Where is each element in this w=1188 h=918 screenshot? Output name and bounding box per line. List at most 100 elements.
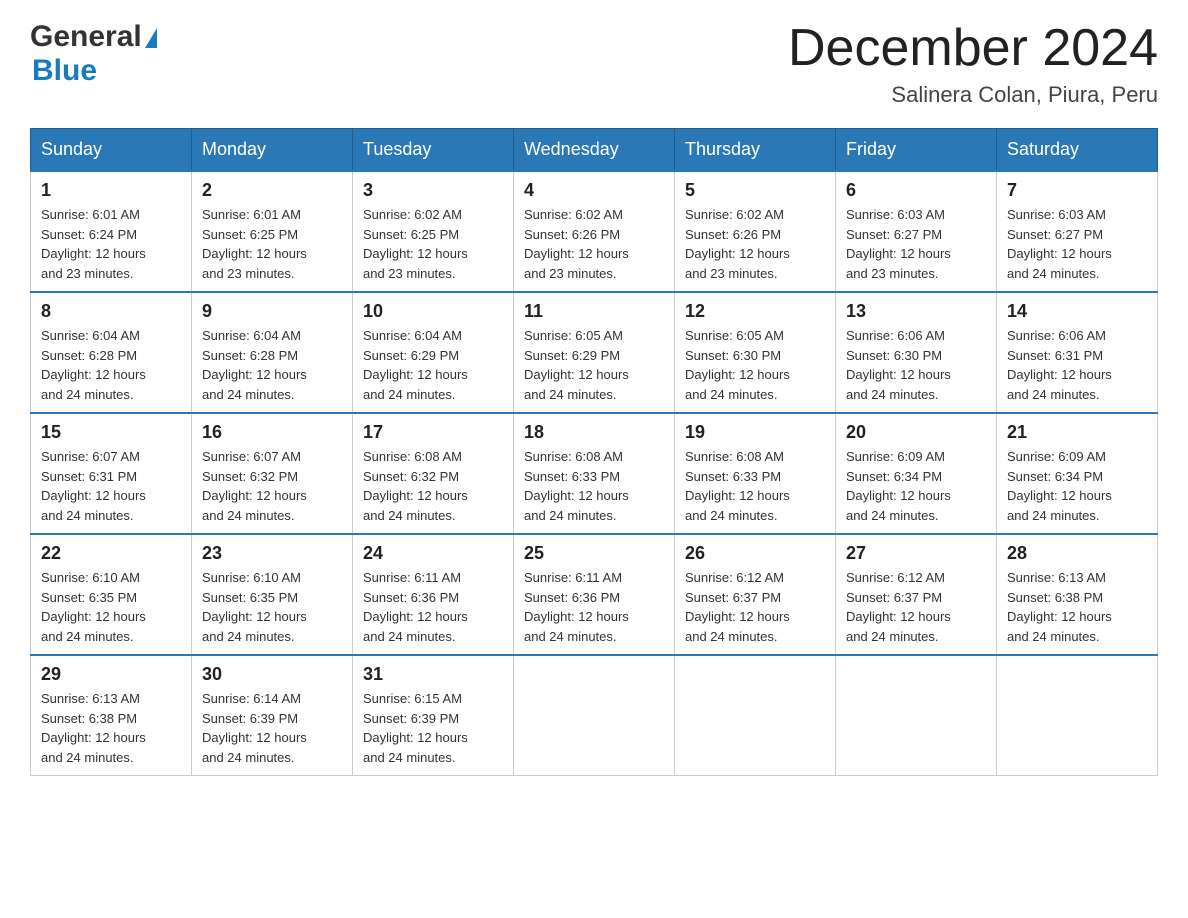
day-of-week-header: Monday (192, 129, 353, 172)
day-number: 28 (1007, 543, 1147, 564)
day-info: Sunrise: 6:02 AM Sunset: 6:25 PM Dayligh… (363, 205, 503, 283)
calendar-day-cell: 6 Sunrise: 6:03 AM Sunset: 6:27 PM Dayli… (836, 171, 997, 292)
day-info: Sunrise: 6:07 AM Sunset: 6:32 PM Dayligh… (202, 447, 342, 525)
calendar-day-cell: 14 Sunrise: 6:06 AM Sunset: 6:31 PM Dayl… (997, 292, 1158, 413)
logo: General Blue (30, 20, 157, 88)
day-number: 20 (846, 422, 986, 443)
day-info: Sunrise: 6:04 AM Sunset: 6:29 PM Dayligh… (363, 326, 503, 404)
day-number: 8 (41, 301, 181, 322)
calendar-week-row: 22 Sunrise: 6:10 AM Sunset: 6:35 PM Dayl… (31, 534, 1158, 655)
day-number: 12 (685, 301, 825, 322)
month-title: December 2024 (788, 20, 1158, 77)
day-number: 19 (685, 422, 825, 443)
day-number: 10 (363, 301, 503, 322)
day-info: Sunrise: 6:04 AM Sunset: 6:28 PM Dayligh… (41, 326, 181, 404)
calendar-day-cell: 26 Sunrise: 6:12 AM Sunset: 6:37 PM Dayl… (675, 534, 836, 655)
day-number: 18 (524, 422, 664, 443)
calendar-table: SundayMondayTuesdayWednesdayThursdayFrid… (30, 128, 1158, 776)
day-info: Sunrise: 6:03 AM Sunset: 6:27 PM Dayligh… (1007, 205, 1147, 283)
day-info: Sunrise: 6:08 AM Sunset: 6:33 PM Dayligh… (524, 447, 664, 525)
calendar-day-cell: 25 Sunrise: 6:11 AM Sunset: 6:36 PM Dayl… (514, 534, 675, 655)
day-of-week-header: Sunday (31, 129, 192, 172)
calendar-week-row: 29 Sunrise: 6:13 AM Sunset: 6:38 PM Dayl… (31, 655, 1158, 776)
day-number: 14 (1007, 301, 1147, 322)
day-number: 5 (685, 180, 825, 201)
day-info: Sunrise: 6:10 AM Sunset: 6:35 PM Dayligh… (202, 568, 342, 646)
day-info: Sunrise: 6:11 AM Sunset: 6:36 PM Dayligh… (524, 568, 664, 646)
day-number: 9 (202, 301, 342, 322)
calendar-day-cell: 13 Sunrise: 6:06 AM Sunset: 6:30 PM Dayl… (836, 292, 997, 413)
day-of-week-header: Tuesday (353, 129, 514, 172)
calendar-week-row: 15 Sunrise: 6:07 AM Sunset: 6:31 PM Dayl… (31, 413, 1158, 534)
day-number: 25 (524, 543, 664, 564)
title-section: December 2024 Salinera Colan, Piura, Per… (788, 20, 1158, 108)
day-info: Sunrise: 6:03 AM Sunset: 6:27 PM Dayligh… (846, 205, 986, 283)
calendar-day-cell: 30 Sunrise: 6:14 AM Sunset: 6:39 PM Dayl… (192, 655, 353, 776)
day-number: 27 (846, 543, 986, 564)
day-info: Sunrise: 6:12 AM Sunset: 6:37 PM Dayligh… (685, 568, 825, 646)
day-number: 4 (524, 180, 664, 201)
calendar-day-cell: 31 Sunrise: 6:15 AM Sunset: 6:39 PM Dayl… (353, 655, 514, 776)
logo-blue-text: Blue (32, 54, 97, 88)
day-number: 21 (1007, 422, 1147, 443)
calendar-day-cell (997, 655, 1158, 776)
calendar-day-cell: 21 Sunrise: 6:09 AM Sunset: 6:34 PM Dayl… (997, 413, 1158, 534)
day-info: Sunrise: 6:04 AM Sunset: 6:28 PM Dayligh… (202, 326, 342, 404)
calendar-day-cell: 28 Sunrise: 6:13 AM Sunset: 6:38 PM Dayl… (997, 534, 1158, 655)
calendar-day-cell (514, 655, 675, 776)
day-of-week-header: Thursday (675, 129, 836, 172)
calendar-day-cell: 11 Sunrise: 6:05 AM Sunset: 6:29 PM Dayl… (514, 292, 675, 413)
day-number: 1 (41, 180, 181, 201)
day-info: Sunrise: 6:01 AM Sunset: 6:24 PM Dayligh… (41, 205, 181, 283)
logo-triangle-icon (145, 28, 157, 48)
day-number: 16 (202, 422, 342, 443)
day-number: 11 (524, 301, 664, 322)
calendar-day-cell (836, 655, 997, 776)
page-header: General Blue December 2024 Salinera Cola… (30, 20, 1158, 108)
day-info: Sunrise: 6:14 AM Sunset: 6:39 PM Dayligh… (202, 689, 342, 767)
day-info: Sunrise: 6:15 AM Sunset: 6:39 PM Dayligh… (363, 689, 503, 767)
calendar-day-cell: 8 Sunrise: 6:04 AM Sunset: 6:28 PM Dayli… (31, 292, 192, 413)
calendar-day-cell: 1 Sunrise: 6:01 AM Sunset: 6:24 PM Dayli… (31, 171, 192, 292)
day-number: 17 (363, 422, 503, 443)
day-info: Sunrise: 6:09 AM Sunset: 6:34 PM Dayligh… (846, 447, 986, 525)
day-number: 6 (846, 180, 986, 201)
day-number: 22 (41, 543, 181, 564)
calendar-day-cell: 16 Sunrise: 6:07 AM Sunset: 6:32 PM Dayl… (192, 413, 353, 534)
calendar-day-cell: 22 Sunrise: 6:10 AM Sunset: 6:35 PM Dayl… (31, 534, 192, 655)
calendar-day-cell: 17 Sunrise: 6:08 AM Sunset: 6:32 PM Dayl… (353, 413, 514, 534)
calendar-week-row: 8 Sunrise: 6:04 AM Sunset: 6:28 PM Dayli… (31, 292, 1158, 413)
day-info: Sunrise: 6:02 AM Sunset: 6:26 PM Dayligh… (685, 205, 825, 283)
calendar-day-cell: 27 Sunrise: 6:12 AM Sunset: 6:37 PM Dayl… (836, 534, 997, 655)
day-info: Sunrise: 6:11 AM Sunset: 6:36 PM Dayligh… (363, 568, 503, 646)
calendar-day-cell: 5 Sunrise: 6:02 AM Sunset: 6:26 PM Dayli… (675, 171, 836, 292)
calendar-day-cell: 10 Sunrise: 6:04 AM Sunset: 6:29 PM Dayl… (353, 292, 514, 413)
calendar-day-cell (675, 655, 836, 776)
day-number: 15 (41, 422, 181, 443)
day-number: 31 (363, 664, 503, 685)
day-info: Sunrise: 6:02 AM Sunset: 6:26 PM Dayligh… (524, 205, 664, 283)
calendar-day-cell: 2 Sunrise: 6:01 AM Sunset: 6:25 PM Dayli… (192, 171, 353, 292)
calendar-day-cell: 19 Sunrise: 6:08 AM Sunset: 6:33 PM Dayl… (675, 413, 836, 534)
day-info: Sunrise: 6:05 AM Sunset: 6:29 PM Dayligh… (524, 326, 664, 404)
calendar-day-cell: 4 Sunrise: 6:02 AM Sunset: 6:26 PM Dayli… (514, 171, 675, 292)
day-info: Sunrise: 6:13 AM Sunset: 6:38 PM Dayligh… (41, 689, 181, 767)
day-of-week-header: Wednesday (514, 129, 675, 172)
calendar-day-cell: 18 Sunrise: 6:08 AM Sunset: 6:33 PM Dayl… (514, 413, 675, 534)
day-number: 3 (363, 180, 503, 201)
calendar-header-row: SundayMondayTuesdayWednesdayThursdayFrid… (31, 129, 1158, 172)
calendar-day-cell: 15 Sunrise: 6:07 AM Sunset: 6:31 PM Dayl… (31, 413, 192, 534)
calendar-day-cell: 29 Sunrise: 6:13 AM Sunset: 6:38 PM Dayl… (31, 655, 192, 776)
day-info: Sunrise: 6:09 AM Sunset: 6:34 PM Dayligh… (1007, 447, 1147, 525)
calendar-day-cell: 20 Sunrise: 6:09 AM Sunset: 6:34 PM Dayl… (836, 413, 997, 534)
day-number: 26 (685, 543, 825, 564)
calendar-week-row: 1 Sunrise: 6:01 AM Sunset: 6:24 PM Dayli… (31, 171, 1158, 292)
location-subtitle: Salinera Colan, Piura, Peru (788, 82, 1158, 108)
day-number: 30 (202, 664, 342, 685)
day-info: Sunrise: 6:12 AM Sunset: 6:37 PM Dayligh… (846, 568, 986, 646)
day-number: 29 (41, 664, 181, 685)
day-number: 13 (846, 301, 986, 322)
calendar-day-cell: 9 Sunrise: 6:04 AM Sunset: 6:28 PM Dayli… (192, 292, 353, 413)
logo-general-text: General (30, 20, 142, 54)
day-number: 2 (202, 180, 342, 201)
